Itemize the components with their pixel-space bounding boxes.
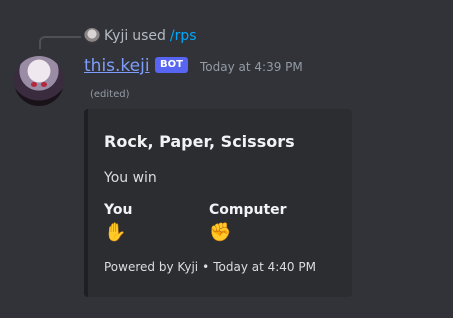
reply-connector-line — [39, 36, 81, 49]
footer-text: Powered by Kyji — [104, 260, 199, 274]
field-name-computer: Computer — [209, 202, 287, 218]
edited-label: (edited) — [90, 89, 130, 100]
reply-context[interactable]: Kyji used /rps — [84, 26, 197, 46]
author-avatar[interactable] — [14, 56, 64, 106]
embed-title: Rock, Paper, Scissors — [104, 132, 295, 151]
embed-card: Rock, Paper, Scissors You win You ✋ Comp… — [84, 109, 352, 297]
raised-hand-emoji-icon: ✋ — [104, 222, 127, 243]
reply-used-label: used — [132, 28, 166, 44]
avatar-eye-left — [31, 82, 37, 87]
embed-footer: Powered by Kyji • Today at 4:40 PM — [104, 260, 316, 274]
fist-emoji-icon: ✊ — [209, 222, 232, 243]
bot-badge: BOT — [155, 57, 188, 73]
message-timestamp[interactable]: Today at 4:39 PM — [200, 60, 303, 74]
footer-separator: • — [202, 260, 210, 274]
field-name-you: You — [104, 202, 133, 218]
footer-timestamp: Today at 4:40 PM — [213, 260, 316, 274]
avatar-eye-right — [41, 82, 47, 87]
slash-command-link[interactable]: /rps — [170, 28, 197, 44]
reply-user-avatar[interactable] — [84, 28, 100, 44]
reply-username[interactable]: Kyji — [104, 28, 128, 44]
embed-description: You win — [104, 170, 157, 186]
author-username[interactable]: this.keji — [84, 56, 150, 76]
